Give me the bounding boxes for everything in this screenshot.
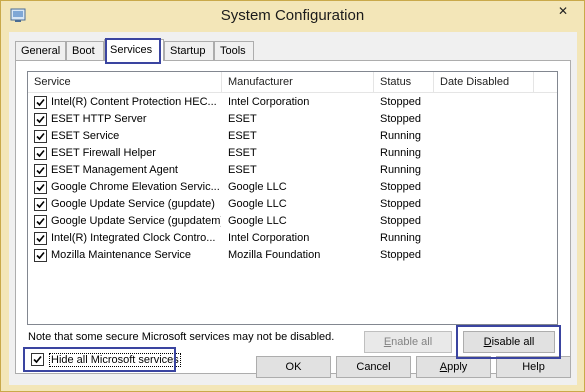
cancel-button[interactable]: Cancel xyxy=(336,356,411,378)
table-row[interactable]: Mozilla Maintenance Service Mozilla Found… xyxy=(28,247,557,264)
service-name-cell: ESET Management Agent xyxy=(51,164,178,176)
services-list[interactable]: Service Manufacturer Status Date Disable… xyxy=(27,71,558,325)
enable-all-label: nable all xyxy=(391,336,433,348)
status-cell: Stopped xyxy=(380,249,421,261)
service-name-cell: ESET HTTP Server xyxy=(51,113,147,125)
services-panel: Service Manufacturer Status Date Disable… xyxy=(15,60,571,374)
checkmark-icon xyxy=(36,200,45,209)
tab-tools[interactable]: Tools xyxy=(214,41,254,60)
service-checkbox[interactable] xyxy=(34,198,47,211)
checkmark-icon xyxy=(33,355,42,364)
column-header-date-disabled[interactable]: Date Disabled xyxy=(434,72,534,93)
hide-microsoft-services-label[interactable]: Hide all Microsoft services xyxy=(49,353,181,367)
manufacturer-cell: Mozilla Foundation xyxy=(228,249,321,261)
dialog-body: General Boot Services Startup Tools Serv… xyxy=(9,32,577,385)
service-name-cell: Intel(R) Content Protection HEC... xyxy=(51,96,217,108)
column-header-service[interactable]: Service xyxy=(28,72,222,93)
table-row[interactable]: ESET Management Agent ESET Running xyxy=(28,162,557,179)
title-bar[interactable]: System Configuration ✕ xyxy=(1,1,584,32)
enable-all-button[interactable]: Enable all xyxy=(364,331,452,353)
checkmark-icon xyxy=(36,183,45,192)
table-row[interactable]: ESET Firewall Helper ESET Running xyxy=(28,145,557,162)
list-header: Service Manufacturer Status Date Disable… xyxy=(28,72,557,93)
service-name-cell: Google Update Service (gupdate) xyxy=(51,198,215,210)
manufacturer-cell: ESET xyxy=(228,130,257,142)
service-name-cell: Intel(R) Integrated Clock Contro... xyxy=(51,232,216,244)
service-name-cell: ESET Firewall Helper xyxy=(51,147,156,159)
service-name-cell: Mozilla Maintenance Service xyxy=(51,249,192,261)
manufacturer-cell: Google LLC xyxy=(228,181,287,193)
manufacturer-cell: ESET xyxy=(228,113,257,125)
status-cell: Stopped xyxy=(380,181,421,193)
system-configuration-window: System Configuration ✕ General Boot Serv… xyxy=(0,0,585,392)
tab-general[interactable]: General xyxy=(15,41,66,60)
close-icon[interactable]: ✕ xyxy=(550,2,576,20)
table-row[interactable]: Google Update Service (gupdatem) Google L… xyxy=(28,213,557,230)
status-cell: Running xyxy=(380,130,421,142)
manufacturer-cell: Intel Corporation xyxy=(228,96,310,108)
checkmark-icon xyxy=(36,166,45,175)
table-row[interactable]: Intel(R) Content Protection HEC... Intel … xyxy=(28,94,557,111)
apply-label: pply xyxy=(447,361,468,373)
column-header-status[interactable]: Status xyxy=(374,72,434,93)
service-checkbox[interactable] xyxy=(34,113,47,126)
disable-all-button[interactable]: Disable all xyxy=(463,331,555,353)
tab-boot[interactable]: Boot xyxy=(66,41,104,60)
checkmark-icon xyxy=(36,149,45,158)
window-title: System Configuration xyxy=(220,7,365,24)
secure-services-note: Note that some secure Microsoft services… xyxy=(28,331,335,343)
hide-microsoft-services-checkbox[interactable] xyxy=(31,353,44,366)
table-row[interactable]: Google Update Service (gupdate) Google LL… xyxy=(28,196,557,213)
tab-startup[interactable]: Startup xyxy=(164,41,214,60)
service-name-cell: Google Chrome Elevation Servic... xyxy=(51,181,220,193)
service-checkbox[interactable] xyxy=(34,232,47,245)
status-cell: Running xyxy=(380,232,421,244)
checkmark-icon xyxy=(36,98,45,107)
status-cell: Stopped xyxy=(380,96,421,108)
service-name-cell: Google Update Service (gupdatem) xyxy=(51,215,221,227)
ok-button[interactable]: OK xyxy=(256,356,331,378)
service-checkbox[interactable] xyxy=(34,181,47,194)
disable-all-label: isable all xyxy=(491,336,535,348)
checkmark-icon xyxy=(36,115,45,124)
manufacturer-cell: ESET xyxy=(228,147,257,159)
status-cell: Stopped xyxy=(380,113,421,125)
status-cell: Running xyxy=(380,147,421,159)
status-cell: Stopped xyxy=(380,198,421,210)
service-checkbox[interactable] xyxy=(34,164,47,177)
checkmark-icon xyxy=(36,234,45,243)
service-checkbox[interactable] xyxy=(34,249,47,262)
status-cell: Running xyxy=(380,164,421,176)
service-checkbox[interactable] xyxy=(34,147,47,160)
checkmark-icon xyxy=(36,217,45,226)
apply-button[interactable]: Apply xyxy=(416,356,491,378)
table-row[interactable]: Intel(R) Integrated Clock Contro... Intel… xyxy=(28,230,557,247)
manufacturer-cell: ESET xyxy=(228,164,257,176)
service-checkbox[interactable] xyxy=(34,130,47,143)
checkmark-icon xyxy=(36,251,45,260)
help-button[interactable]: Help xyxy=(496,356,571,378)
tab-services[interactable]: Services xyxy=(104,39,164,61)
table-row[interactable]: ESET HTTP Server ESET Stopped xyxy=(28,111,557,128)
column-header-manufacturer[interactable]: Manufacturer xyxy=(222,72,374,93)
service-checkbox[interactable] xyxy=(34,215,47,228)
table-row[interactable]: ESET Service ESET Running xyxy=(28,128,557,145)
service-name-cell: ESET Service xyxy=(51,130,120,142)
service-checkbox[interactable] xyxy=(34,96,47,109)
table-row[interactable]: Google Chrome Elevation Servic... Google … xyxy=(28,179,557,196)
status-cell: Stopped xyxy=(380,215,421,227)
checkmark-icon xyxy=(36,132,45,141)
manufacturer-cell: Intel Corporation xyxy=(228,232,310,244)
manufacturer-cell: Google LLC xyxy=(228,198,287,210)
manufacturer-cell: Google LLC xyxy=(228,215,287,227)
